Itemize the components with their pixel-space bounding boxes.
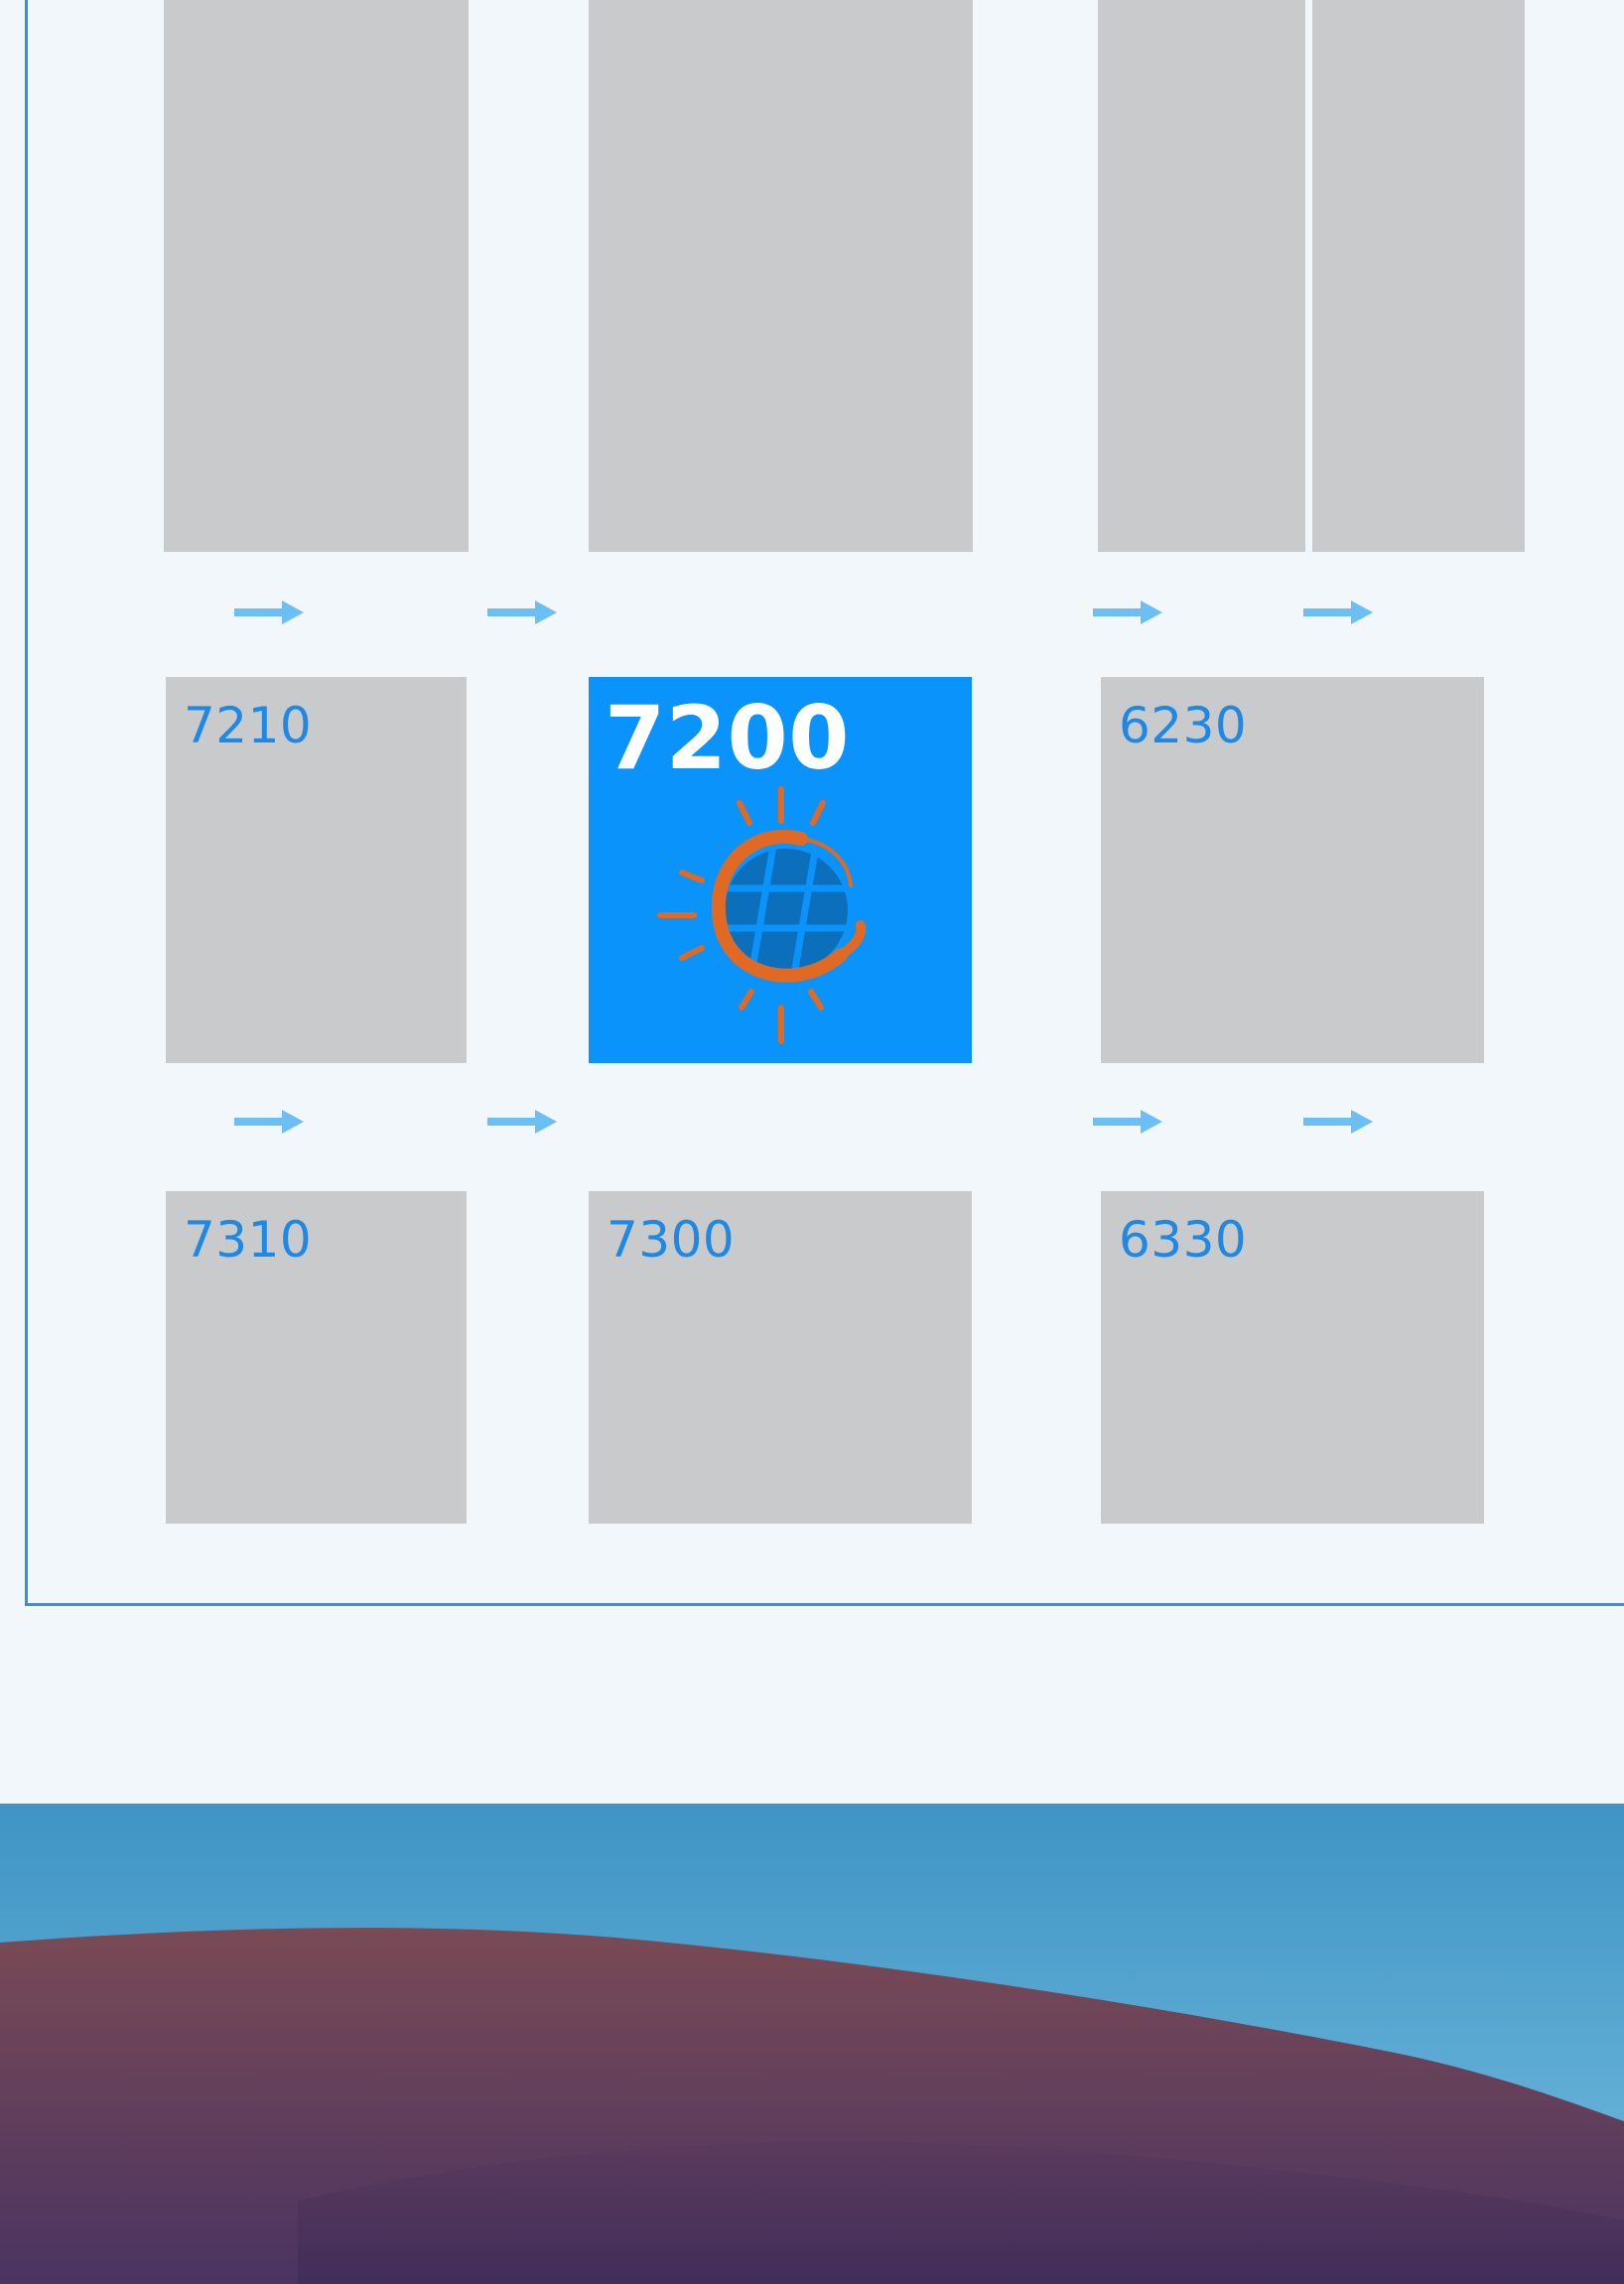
desert-landscape-image — [0, 1804, 1624, 2284]
top-box-4 — [1312, 0, 1525, 552]
box-7300: 7300 — [589, 1191, 972, 1524]
box-7210: 7210 — [166, 677, 467, 1063]
right-arrow-icon — [1093, 601, 1162, 624]
top-box-2 — [589, 0, 973, 552]
box-6230: 6230 — [1101, 677, 1484, 1063]
right-arrow-icon — [487, 1110, 557, 1134]
box-6330: 6330 — [1101, 1191, 1484, 1524]
box-7200-highlighted: 7200 — [589, 677, 972, 1063]
box-label: 7300 — [607, 1211, 736, 1269]
right-arrow-icon — [234, 601, 304, 624]
box-7310: 7310 — [166, 1191, 467, 1524]
right-arrow-icon — [1303, 601, 1373, 624]
sun-globe-logo-icon — [657, 786, 867, 1044]
right-arrow-icon — [1303, 1110, 1373, 1134]
right-arrow-icon — [1093, 1110, 1162, 1134]
right-arrow-icon — [487, 601, 557, 624]
box-label: 7210 — [184, 697, 313, 754]
right-arrow-icon — [234, 1110, 304, 1134]
top-box-3 — [1098, 0, 1305, 552]
box-label: 7310 — [184, 1211, 313, 1269]
box-label: 6230 — [1119, 697, 1248, 754]
box-label: 7200 — [605, 687, 850, 789]
box-label: 6330 — [1119, 1211, 1248, 1269]
top-box-1 — [164, 0, 469, 552]
